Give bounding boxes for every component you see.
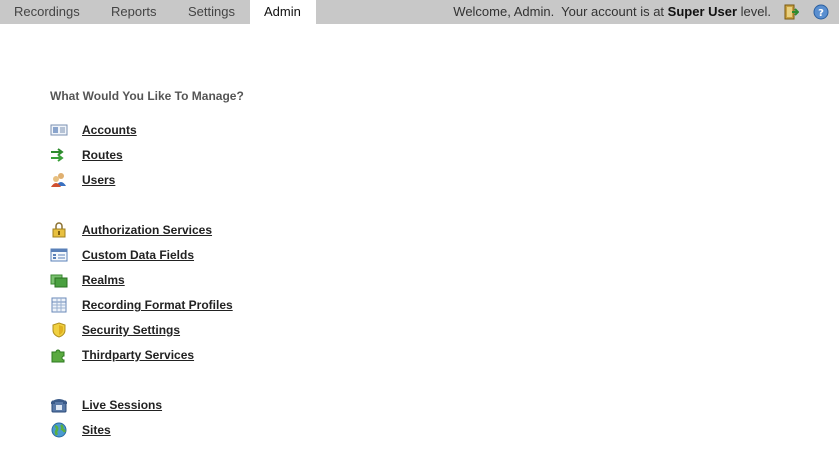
welcome-suffix: level. xyxy=(737,4,771,19)
manage-link-users[interactable]: Users xyxy=(82,173,115,187)
grid-table-icon xyxy=(51,297,67,313)
help-icon[interactable]: ? xyxy=(813,4,829,20)
account-level: Super User xyxy=(667,4,738,19)
manage-link-authorization-services[interactable]: Authorization Services xyxy=(82,223,212,237)
manage-link-recording-format-profiles[interactable]: Recording Format Profiles xyxy=(82,298,233,312)
shield-icon xyxy=(52,322,66,338)
manage-item-users[interactable]: Users xyxy=(50,171,115,189)
logout-icon[interactable] xyxy=(783,4,800,20)
manage-item-sites[interactable]: Sites xyxy=(50,421,111,439)
form-fields-icon xyxy=(50,248,68,262)
svg-text:?: ? xyxy=(818,8,824,19)
manage-heading: What Would You Like To Manage? xyxy=(50,89,244,103)
tab-admin[interactable]: Admin xyxy=(250,0,316,24)
manage-item-custom-data-fields[interactable]: Custom Data Fields xyxy=(50,246,194,264)
tab-recordings[interactable]: Recordings xyxy=(0,0,94,24)
manage-item-live-sessions[interactable]: Live Sessions xyxy=(50,396,162,414)
manage-link-security-settings[interactable]: Security Settings xyxy=(82,323,180,337)
manage-link-realms[interactable]: Realms xyxy=(82,273,125,287)
realms-icon xyxy=(50,274,68,288)
manage-item-accounts[interactable]: Accounts xyxy=(50,121,137,139)
manage-link-accounts[interactable]: Accounts xyxy=(82,123,137,137)
manage-item-realms[interactable]: Realms xyxy=(50,271,125,289)
manage-link-thirdparty-services[interactable]: Thirdparty Services xyxy=(82,348,194,362)
lock-icon xyxy=(52,222,66,238)
accounts-card-icon xyxy=(50,124,68,136)
globe-icon xyxy=(51,422,67,438)
manage-item-recording-format-profiles[interactable]: Recording Format Profiles xyxy=(50,296,233,314)
manage-link-sites[interactable]: Sites xyxy=(82,423,111,437)
manage-item-security-settings[interactable]: Security Settings xyxy=(50,321,180,339)
puzzle-icon xyxy=(51,349,65,363)
top-nav-bar: Recordings Reports Settings Admin Welcom… xyxy=(0,0,839,24)
tab-reports[interactable]: Reports xyxy=(97,0,171,24)
manage-item-thirdparty-services[interactable]: Thirdparty Services xyxy=(50,346,194,364)
manage-link-custom-data-fields[interactable]: Custom Data Fields xyxy=(82,248,194,262)
phone-icon xyxy=(51,399,67,413)
manage-item-authorization-services[interactable]: Authorization Services xyxy=(50,221,212,239)
welcome-message: Welcome, Admin. Your account is at Super… xyxy=(453,0,771,24)
manage-link-live-sessions[interactable]: Live Sessions xyxy=(82,398,162,412)
tab-settings[interactable]: Settings xyxy=(174,0,249,24)
welcome-prefix: Welcome, Admin. Your account is at xyxy=(453,4,668,19)
routes-arrows-icon xyxy=(51,148,64,162)
manage-item-routes[interactable]: Routes xyxy=(50,146,123,164)
manage-link-routes[interactable]: Routes xyxy=(82,148,123,162)
users-icon xyxy=(51,173,66,187)
